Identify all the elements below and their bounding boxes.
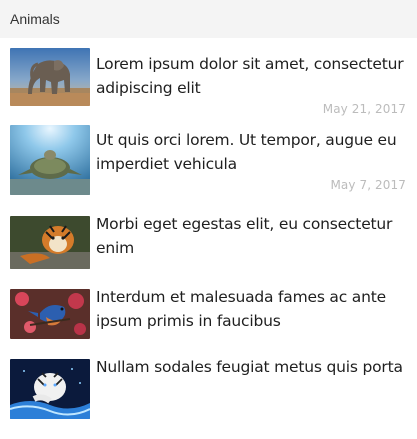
item-date: May 21, 2017 <box>322 102 406 116</box>
header-bar: Animals <box>0 0 417 38</box>
turtle-image <box>10 125 90 195</box>
white-tiger-image <box>10 359 90 419</box>
item-title[interactable]: Nullam sodales feugiat metus quis porta <box>96 355 411 379</box>
item-date: May 7, 2017 <box>330 178 406 192</box>
list-item[interactable]: Interdum et malesuada fames ac ante ipsu… <box>0 288 417 342</box>
list-item[interactable]: Morbi eget egestas elit, eu consectetur … <box>0 215 417 269</box>
header-title: Animals <box>10 11 60 27</box>
list-item[interactable]: Nullam sodales feugiat metus quis porta <box>0 358 417 419</box>
item-title[interactable]: Interdum et malesuada fames ac ante ipsu… <box>96 285 411 333</box>
bird-image <box>10 289 90 339</box>
list-item[interactable]: Lorem ipsum dolor sit amet, consectetur … <box>0 48 417 120</box>
item-title[interactable]: Ut quis orci lorem. Ut tempor, augue eu … <box>96 128 411 176</box>
item-title[interactable]: Morbi eget egestas elit, eu consectetur … <box>96 212 411 260</box>
list-item[interactable]: Ut quis orci lorem. Ut tempor, augue eu … <box>0 125 417 197</box>
item-title[interactable]: Lorem ipsum dolor sit amet, consectetur … <box>96 52 411 100</box>
tiger-image <box>10 216 90 269</box>
elephant-image <box>10 48 90 106</box>
